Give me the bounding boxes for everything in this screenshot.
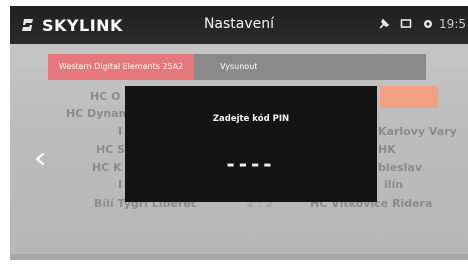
bottom-strip (10, 254, 468, 260)
list-item-right: HK (378, 143, 396, 156)
list-item-left: HC S (96, 143, 126, 156)
status-icons (378, 18, 434, 30)
storage-menu-bar: Western Digital Elements 25A2 Vysunout (48, 54, 426, 80)
list-item-left: I (118, 125, 123, 138)
pin-icon (379, 18, 390, 29)
tab-western-digital[interactable]: Western Digital Elements 25A2 (48, 54, 194, 80)
list-item-left: HC Dynam (66, 107, 131, 120)
chevron-left-icon[interactable] (34, 152, 46, 166)
list-item-right: bleslav (378, 161, 423, 174)
tv-frame: SKYLINK Nastavení 19:5 Western Digital E… (0, 0, 468, 267)
tab-vysunout[interactable]: Vysunout (220, 54, 290, 80)
list-item-left: I (118, 178, 123, 191)
pin-input[interactable]: ---- (125, 152, 377, 176)
list-item-left: HC K (92, 161, 122, 174)
top-bar: SKYLINK Nastavení 19:5 (10, 6, 468, 44)
list-item-right: ilín (384, 178, 404, 191)
settings-icon (424, 20, 432, 28)
message-icon (400, 19, 412, 28)
clock: 19:5 (439, 17, 466, 31)
pin-dialog-title: Zadejte kód PIN (212, 114, 290, 124)
list-item-right: Karlovy Vary (378, 125, 457, 138)
list-item-left: HC O (90, 90, 121, 103)
tv-screen: SKYLINK Nastavení 19:5 Western Digital E… (10, 6, 468, 260)
pin-dialog: Zadejte kód PIN ---- (125, 86, 377, 202)
